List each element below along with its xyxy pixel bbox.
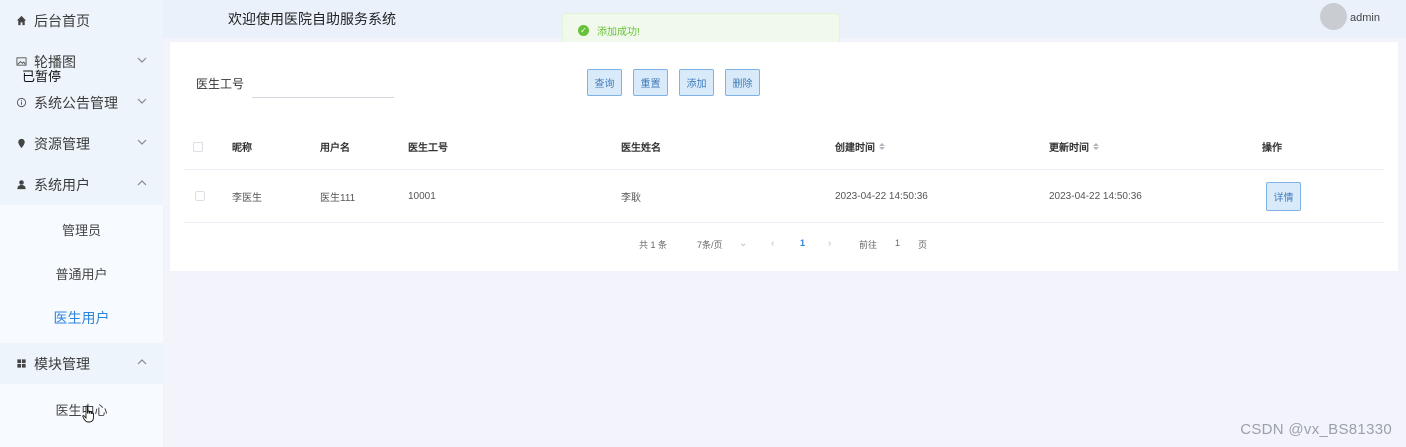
location-icon <box>16 138 30 149</box>
cell-doctor-id: 10001 <box>408 190 436 202</box>
row-checkbox-cell[interactable] <box>195 170 205 222</box>
reset-button[interactable]: 重置 <box>633 69 668 96</box>
sidebar-subitem-normal-users[interactable]: 普通用户 <box>0 251 163 295</box>
home-icon <box>16 15 30 26</box>
page-title: 欢迎使用医院自助服务系统 <box>228 11 396 27</box>
sort-icon[interactable] <box>1093 143 1099 150</box>
sidebar-item-label: 资源管理 <box>34 135 90 152</box>
sidebar-item-system-users[interactable]: 系统用户 <box>0 164 163 205</box>
detail-button[interactable]: 详情 <box>1266 182 1301 211</box>
system-users-submenu: 管理员 普通用户 医生用户 <box>0 205 163 343</box>
header-doctor-id: 医生工号 <box>408 143 448 154</box>
sort-icon[interactable] <box>879 143 885 150</box>
sidebar-item-home[interactable]: 后台首页 <box>0 0 163 41</box>
sidebar-subitem-admin[interactable]: 管理员 <box>0 207 163 251</box>
row-checkbox[interactable] <box>195 191 205 201</box>
sidebar-item-carousel[interactable]: 轮播图 <box>0 41 163 82</box>
goto-suffix: 页 <box>918 240 928 250</box>
chevron-up-icon <box>137 357 147 367</box>
header-updated-time[interactable]: 更新时间 <box>1049 124 1099 169</box>
goto-label: 前往 <box>859 240 878 250</box>
sidebar-item-label: 系统用户 <box>34 176 90 193</box>
toast-message: 添加成功! <box>597 27 640 38</box>
sidebar-item-label: 后台首页 <box>34 12 90 29</box>
pagination: 共 1 条 7条/页 ⌄ ‹ 1 › 前往 1 页 <box>170 238 1398 254</box>
cell-username: 医生111 <box>320 192 356 204</box>
info-icon <box>16 97 30 108</box>
page-size-chevron-down-icon[interactable]: ⌄ <box>739 238 747 249</box>
cell-created-time: 2023-04-22 14:50:36 <box>835 190 928 202</box>
header-nickname: 昵称 <box>232 143 252 154</box>
table-row: 李医生 医生111 10001 李耿 2023-04-22 14:50:36 2… <box>184 170 1384 223</box>
header-username: 用户名 <box>320 143 350 154</box>
chevron-down-icon <box>137 137 147 147</box>
image-icon <box>16 56 30 67</box>
page-size-select[interactable]: 7条/页 <box>697 238 723 251</box>
sidebar-item-label: 轮播图 <box>34 53 76 70</box>
sidebar: 后台首页 轮播图 系统公告管理 资源管理 系统用户 管理员 普通用户 医生用户 … <box>0 0 163 447</box>
pagination-total: 共 1 条 <box>639 240 668 250</box>
next-page-icon[interactable]: › <box>828 238 831 249</box>
select-all-checkbox-cell[interactable] <box>193 124 203 169</box>
chevron-down-icon <box>137 55 147 65</box>
chevron-down-icon <box>137 96 147 106</box>
sidebar-item-label: 模块管理 <box>34 355 90 372</box>
header-updated-time-label: 更新时间 <box>1049 143 1089 154</box>
prev-page-icon[interactable]: ‹ <box>771 238 774 249</box>
goto-page-input[interactable]: 1 <box>895 238 900 248</box>
sidebar-item-module-management[interactable]: 模块管理 <box>0 343 163 384</box>
avatar[interactable] <box>1320 3 1347 30</box>
user-icon <box>16 179 30 190</box>
cell-doctor-name: 李耿 <box>621 192 641 204</box>
doctor-id-search-input[interactable] <box>252 68 394 98</box>
header-doctor-name: 医生姓名 <box>621 143 661 154</box>
hand-cursor-icon <box>82 405 96 426</box>
select-all-checkbox[interactable] <box>193 141 203 152</box>
watermark: CSDN @vx_BS81330 <box>1240 421 1392 438</box>
table-header-row: 昵称 用户名 医生工号 医生姓名 创建时间 更新时间 操作 <box>184 124 1384 170</box>
search-label: 医生工号 <box>196 77 245 91</box>
add-button[interactable]: 添加 <box>679 69 714 96</box>
cell-updated-time: 2023-04-22 14:50:36 <box>1049 190 1142 202</box>
sidebar-subitem-doctor-users[interactable]: 医生用户 <box>0 296 163 340</box>
sidebar-item-resources[interactable]: 资源管理 <box>0 123 163 164</box>
header-actions: 操作 <box>1262 143 1282 154</box>
user-name[interactable]: admin <box>1350 12 1380 24</box>
page-number[interactable]: 1 <box>800 238 805 248</box>
query-button[interactable]: 查询 <box>587 69 622 96</box>
delete-button[interactable]: 删除 <box>725 69 760 96</box>
header-created-time[interactable]: 创建时间 <box>835 124 885 169</box>
header-created-time-label: 创建时间 <box>835 143 875 154</box>
grid-icon <box>16 358 30 369</box>
main-panel: 医生工号 查询 重置 添加 删除 昵称 用户名 医生工号 医生姓名 创建时间 更… <box>170 42 1398 271</box>
sidebar-item-announcements[interactable]: 系统公告管理 <box>0 82 163 123</box>
chevron-up-icon <box>137 178 147 188</box>
check-circle-icon: ✓ <box>578 25 589 36</box>
sidebar-item-label: 系统公告管理 <box>34 94 118 111</box>
cell-nickname: 李医生 <box>232 192 262 204</box>
